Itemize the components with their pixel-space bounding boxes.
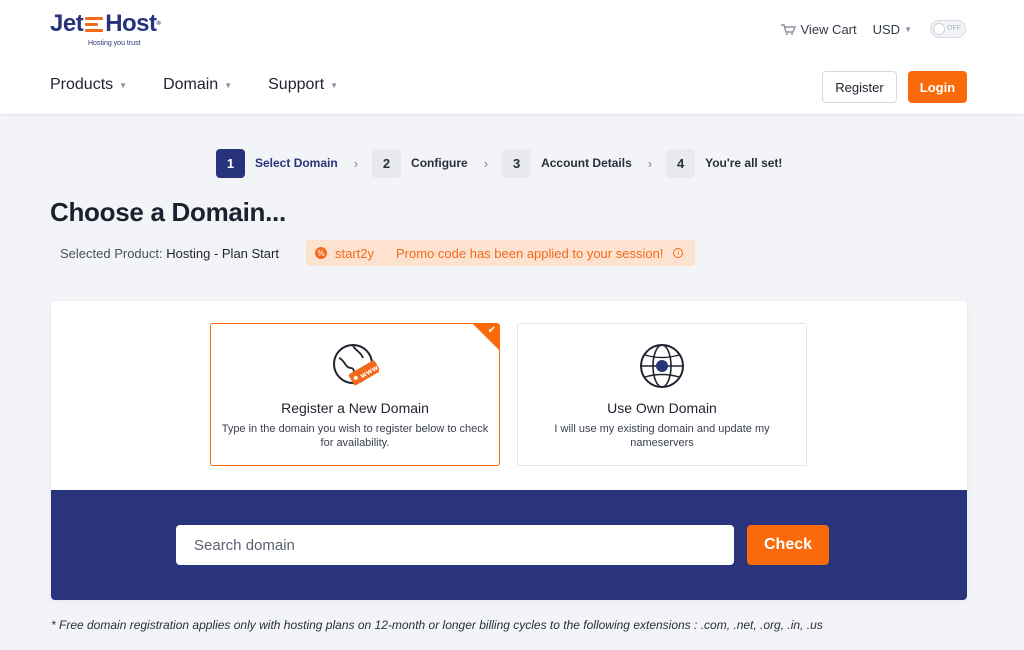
nav-item-label: Domain	[163, 76, 219, 93]
domain-search-input[interactable]	[176, 525, 734, 565]
domain-search-panel: Check	[51, 490, 967, 600]
option-use-own-domain[interactable]: Use Own Domain I will use my existing do…	[517, 323, 807, 466]
promo-tag-icon: %	[315, 247, 327, 259]
promo-banner: % start2y Promo code has been applied to…	[306, 240, 695, 266]
chevron-right-icon: ›	[483, 155, 489, 171]
option-title: Use Own Domain	[607, 400, 717, 416]
option-description: I will use my existing domain and update…	[554, 423, 770, 449]
info-icon[interactable]: i	[673, 248, 684, 258]
step-number: 2	[372, 148, 402, 178]
step-label: You're all set!	[705, 156, 783, 170]
nav-item-label: Products	[50, 76, 114, 93]
selected-product: Selected Product: Hosting - Plan Start	[60, 246, 279, 261]
check-button[interactable]: Check	[747, 525, 829, 565]
currency-value: USD	[872, 21, 901, 37]
login-button[interactable]: Login	[908, 71, 967, 103]
step-all-set[interactable]: 4 You're all set!	[666, 148, 783, 178]
topbar-utilities: View Cart USD ▼ OFF	[780, 20, 966, 38]
promo-message: Promo code has been applied to your sess…	[396, 245, 664, 261]
option-register-new-domain[interactable]: ✔ www Register a New Domain Type in the …	[210, 323, 500, 466]
view-cart-label: View Cart	[800, 21, 857, 37]
nav-item-label: Support	[268, 76, 325, 93]
chevron-down-icon: ▼	[224, 80, 233, 90]
chevron-right-icon: ›	[353, 155, 359, 171]
brand-logo[interactable]: Jet Host ® Hosting you trust	[50, 10, 180, 50]
chevron-down-icon: ▼	[119, 80, 128, 90]
nav-item-support[interactable]: Support ▼	[268, 76, 338, 94]
globe-icon	[638, 342, 686, 390]
toggle-label: OFF	[947, 25, 961, 32]
logo-bars-icon	[85, 16, 104, 32]
nav-item-domain[interactable]: Domain ▼	[163, 76, 232, 94]
step-number: 4	[666, 148, 696, 178]
step-number: 1	[216, 148, 245, 178]
currency-selector[interactable]: USD ▼	[873, 22, 912, 37]
theme-toggle[interactable]: OFF	[930, 20, 966, 38]
register-button[interactable]: Register	[822, 71, 897, 103]
step-label: Account Details	[541, 156, 632, 170]
checkout-steps: 1 Select Domain › 2 Configure › 3 Accoun…	[216, 148, 782, 178]
step-number: 3	[502, 148, 532, 178]
logo-text-left: Jet	[50, 10, 84, 37]
selected-product-label: Selected Product:	[60, 246, 163, 261]
step-select-domain[interactable]: 1 Select Domain	[216, 148, 338, 178]
promo-code: start2y	[335, 245, 375, 261]
step-label: Select Domain	[255, 156, 338, 170]
option-description: Type in the domain you wish to register …	[221, 423, 489, 449]
step-configure[interactable]: 2 Configure	[372, 148, 468, 178]
page-title: Choose a Domain...	[50, 197, 286, 227]
step-label: Configure	[411, 156, 468, 170]
chevron-down-icon: ▼	[904, 24, 912, 34]
option-title: Register a New Domain	[281, 400, 429, 416]
site-header: Jet Host ® Hosting you trust View Cart U…	[0, 0, 1024, 114]
nav-item-products[interactable]: Products ▼	[50, 76, 127, 94]
domain-choice-card: ✔ www Register a New Domain Type in the …	[51, 301, 967, 600]
chevron-down-icon: ▼	[330, 80, 339, 90]
view-cart-link[interactable]: View Cart	[780, 22, 857, 37]
logo-registered-mark: ®	[156, 21, 161, 27]
globe-www-icon: www	[331, 342, 380, 390]
logo-tagline: Hosting you trust	[88, 40, 141, 47]
main-nav: Products ▼ Domain ▼ Support ▼	[50, 76, 338, 94]
step-account-details[interactable]: 3 Account Details	[502, 148, 632, 178]
check-icon: ✔	[487, 325, 496, 336]
toggle-knob	[933, 23, 945, 35]
logo-text-right: Host	[105, 10, 157, 37]
free-domain-footnote: * Free domain registration applies only …	[51, 618, 823, 632]
selected-product-value: Hosting - Plan Start	[166, 246, 279, 261]
chevron-right-icon: ›	[647, 155, 653, 171]
cart-icon	[780, 23, 796, 35]
